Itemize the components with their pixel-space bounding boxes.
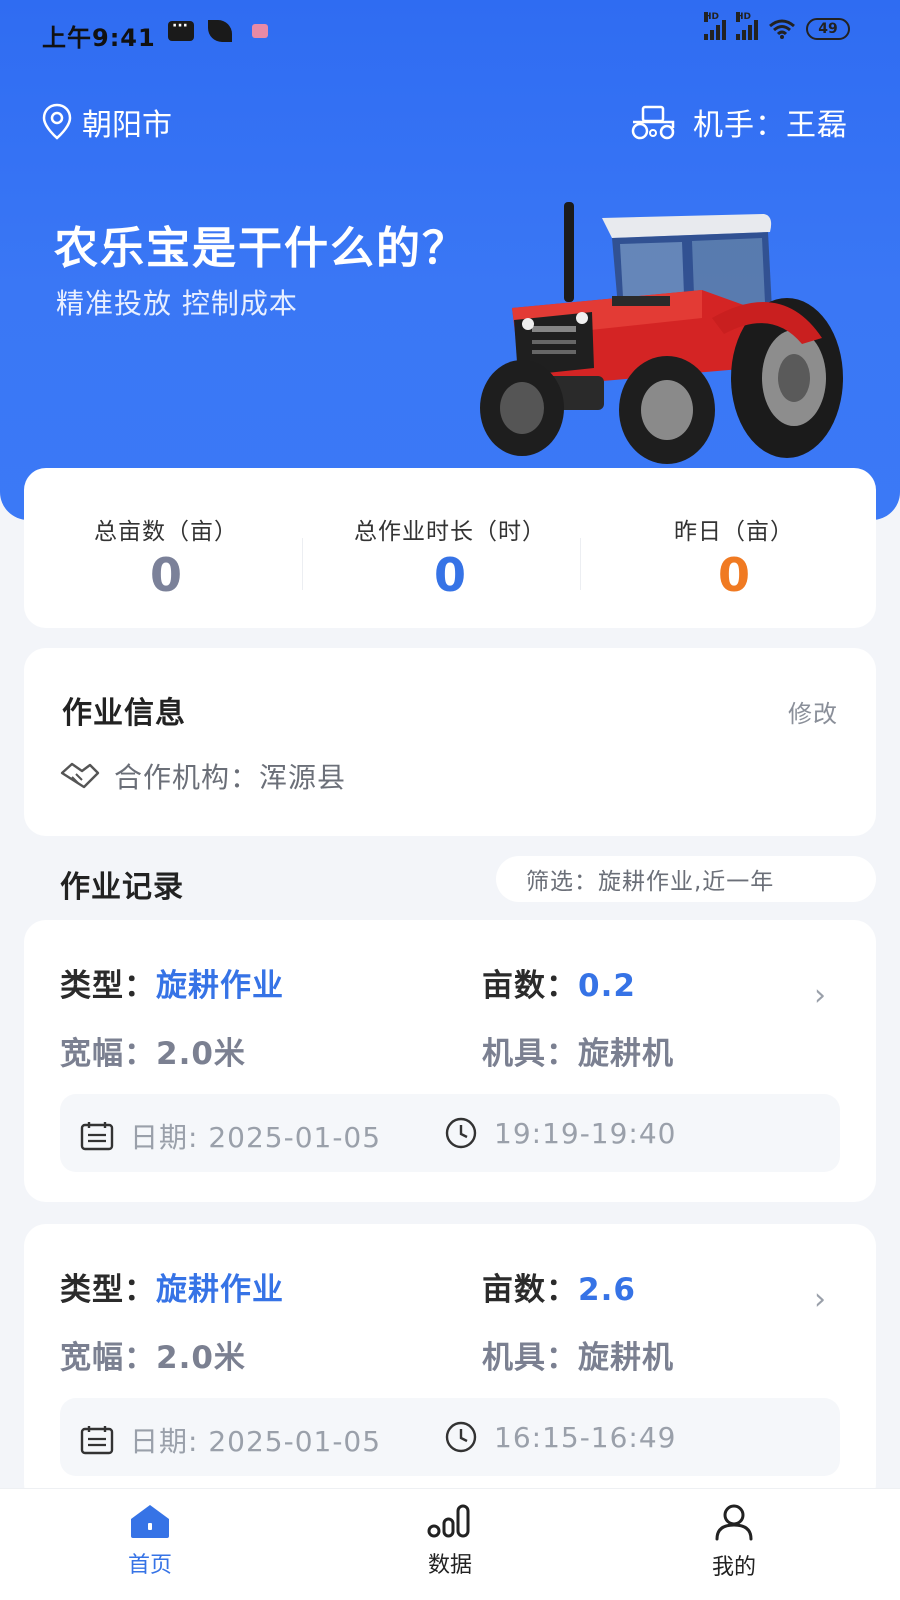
- record-meta: 日期: 2025-01-05 19:19-19:40: [60, 1094, 840, 1172]
- filter-button[interactable]: 筛选：旋耕作业,近一年: [496, 856, 876, 902]
- stat-total-area-label: 总亩数（亩）: [94, 519, 238, 545]
- bar-chart-icon: [427, 1504, 470, 1538]
- hero-title: 农乐宝是干什么的？: [54, 223, 468, 274]
- record-tool-value: 旋耕机: [578, 1340, 674, 1376]
- record-time-text: 16:15-16:49: [494, 1420, 677, 1454]
- stat-divider: [580, 538, 581, 590]
- record-type-value: 旋耕作业: [156, 1272, 284, 1308]
- record-area: 亩数：2.6: [482, 1264, 636, 1309]
- stat-total-hours-label: 总作业时长（时）: [354, 519, 546, 545]
- record-area-value: 2.6: [578, 1272, 636, 1308]
- stat-yesterday-value: 0: [717, 548, 750, 602]
- record-width-value: 2.0米: [156, 1036, 246, 1072]
- record-type-label: 类型：: [60, 1272, 156, 1308]
- chevron-right-icon[interactable]: ›: [814, 1282, 826, 1317]
- handshake-icon: [60, 762, 100, 789]
- bottom-tab-bar: 首页 数据 我的: [0, 1488, 900, 1600]
- record-time: 19:19-19:40: [444, 1116, 677, 1150]
- clock-icon: [445, 1117, 477, 1149]
- tab-mine-label: 我的: [711, 1555, 756, 1580]
- tab-data-label: 数据: [427, 1553, 472, 1578]
- record-type-label: 类型：: [60, 968, 156, 1004]
- tab-home[interactable]: 首页: [90, 1503, 210, 1579]
- tractor-illustration: [480, 202, 843, 464]
- hero-banner: 上午9:41 HD HD 49: [0, 0, 900, 520]
- location-selector[interactable]: 朝阳市: [42, 100, 172, 144]
- stats-card: 总亩数（亩） 0 总作业时长（时） 0 昨日（亩） 0: [24, 468, 876, 628]
- status-icons-left: [168, 18, 268, 42]
- record-width: 宽幅：2.0米: [60, 1028, 246, 1073]
- record-width-value: 2.0米: [156, 1340, 246, 1376]
- operator-name: 机手：王磊: [693, 108, 848, 143]
- record-area: 亩数：0.2: [482, 960, 636, 1005]
- work-info-title: 作业信息: [62, 696, 186, 731]
- tab-data[interactable]: 数据: [390, 1503, 510, 1579]
- record-type-value: 旋耕作业: [156, 968, 284, 1004]
- record-width-label: 宽幅：: [60, 1340, 156, 1376]
- location-pin-icon: [42, 103, 72, 140]
- stat-total-hours-value: 0: [433, 548, 466, 602]
- calendar-icon: [80, 1122, 114, 1151]
- records-title: 作业记录: [60, 870, 184, 905]
- record-area-label: 亩数：: [482, 968, 578, 1004]
- stat-total-area: 总亩数（亩） 0: [24, 468, 308, 628]
- record-time-text: 19:19-19:40: [494, 1116, 677, 1150]
- city-label: 朝阳市: [82, 108, 172, 143]
- hd-label-2: HD: [736, 12, 752, 22]
- leaf-notification-icon: [208, 20, 232, 42]
- battery-indicator: 49: [806, 18, 850, 40]
- record-date-text: 日期: 2025-01-05: [130, 1121, 382, 1154]
- record-tool-value: 旋耕机: [578, 1036, 674, 1072]
- stat-yesterday: 昨日（亩） 0: [592, 468, 876, 628]
- clock-icon: [445, 1421, 477, 1453]
- hero-subtitle: 精准投放 控制成本: [56, 287, 298, 320]
- tab-home-label: 首页: [127, 1553, 172, 1578]
- hd-label: HD: [704, 12, 720, 22]
- record-meta: 日期: 2025-01-05 16:15-16:49: [60, 1398, 840, 1476]
- record-tool-label: 机具：: [482, 1340, 578, 1376]
- record-date: 日期: 2025-01-05: [80, 1116, 381, 1156]
- cooperative-org-text: 合作机构：浑源县: [114, 761, 347, 794]
- record-date-text: 日期: 2025-01-05: [130, 1425, 382, 1458]
- record-card[interactable]: 类型：旋耕作业 亩数：0.2 › 宽幅：2.0米 机具：旋耕机 日期: 2025…: [24, 920, 876, 1202]
- stat-total-area-value: 0: [149, 548, 182, 602]
- stat-total-hours: 总作业时长（时） 0: [308, 468, 592, 628]
- stat-divider: [302, 538, 303, 590]
- record-type: 类型：旋耕作业: [60, 960, 284, 1005]
- record-date: 日期: 2025-01-05: [80, 1420, 381, 1460]
- record-card[interactable]: 类型：旋耕作业 亩数：2.6 › 宽幅：2.0米 机具：旋耕机 日期: 2025…: [24, 1224, 876, 1506]
- chevron-right-icon[interactable]: ›: [814, 978, 826, 1013]
- calendar-icon: [80, 1426, 114, 1455]
- work-info-card: 作业信息 修改 合作机构：浑源县: [24, 648, 876, 836]
- record-time: 16:15-16:49: [444, 1420, 677, 1454]
- record-tool-label: 机具：: [482, 1036, 578, 1072]
- signal-icon-2: HD: [736, 12, 758, 40]
- record-width: 宽幅：2.0米: [60, 1332, 246, 1377]
- status-icons-right: HD HD 49: [704, 12, 850, 40]
- wifi-icon: [769, 19, 795, 39]
- home-icon: [131, 1505, 169, 1538]
- stat-yesterday-label: 昨日（亩）: [674, 519, 794, 545]
- record-width-label: 宽幅：: [60, 1036, 156, 1072]
- cooperative-org: 合作机构：浑源县: [60, 756, 346, 796]
- chat-notification-icon: [168, 18, 194, 41]
- record-tool: 机具：旋耕机: [482, 1028, 674, 1073]
- status-bar: 上午9:41 HD HD 49: [0, 0, 900, 64]
- record-area-value: 0.2: [578, 968, 636, 1004]
- signal-icon: HD: [704, 12, 726, 40]
- operator-info[interactable]: 机手：王磊: [629, 100, 848, 144]
- record-area-label: 亩数：: [482, 1272, 578, 1308]
- tab-mine[interactable]: 我的: [674, 1503, 794, 1581]
- status-time: 上午9:41: [42, 24, 156, 52]
- record-type: 类型：旋耕作业: [60, 1264, 284, 1309]
- tractor-icon: [631, 105, 675, 140]
- edit-button[interactable]: 修改: [788, 694, 838, 729]
- record-tool: 机具：旋耕机: [482, 1332, 674, 1377]
- user-icon: [715, 1504, 753, 1541]
- message-notification-icon: [252, 24, 268, 38]
